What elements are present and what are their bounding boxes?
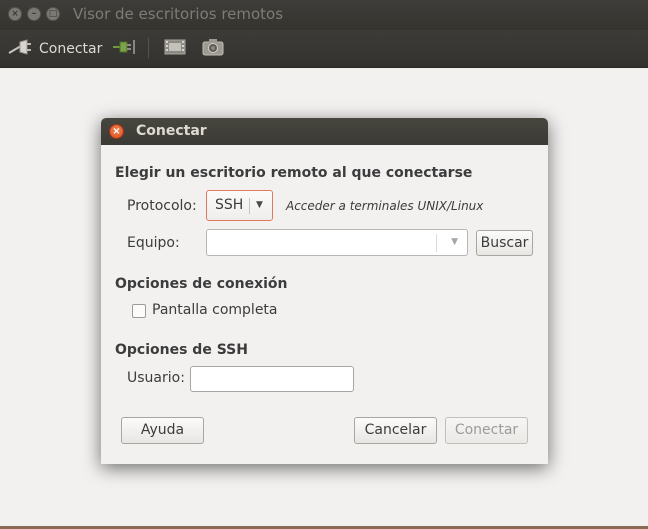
dialog-close-button[interactable]: × [109, 124, 124, 139]
window-close-button[interactable]: × [8, 7, 22, 21]
toolbar: Conectar [0, 30, 648, 68]
host-combo-entry[interactable]: ▼ [206, 229, 468, 256]
toolbar-connect-button[interactable]: Conectar [7, 30, 102, 67]
toolbar-separator [148, 38, 149, 58]
cancel-button[interactable]: Cancelar [354, 417, 437, 444]
combo-separator [249, 198, 250, 214]
user-input[interactable] [190, 366, 354, 392]
help-button[interactable]: Ayuda [121, 417, 204, 444]
protocol-value: SSH [215, 197, 244, 213]
fullscreen-icon [164, 37, 186, 61]
toolbar-fullscreen-button[interactable] [164, 30, 186, 67]
dialog-title: Conectar [136, 123, 207, 139]
connect-button[interactable]: Conectar [445, 417, 528, 444]
window-title: Visor de escritorios remotos [73, 5, 284, 23]
toolbar-connect-label: Conectar [39, 40, 103, 57]
main-titlebar: × – □ Visor de escritorios remotos [0, 0, 648, 30]
dialog-titlebar: × Conectar [101, 118, 548, 145]
combo-separator [436, 234, 437, 252]
screenshot-icon [201, 37, 225, 61]
window-maximize-button[interactable]: □ [46, 7, 60, 21]
close-icon: × [11, 9, 19, 19]
minimize-icon: – [31, 9, 37, 19]
user-label: Usuario: [127, 370, 185, 386]
window-minimize-button[interactable]: – [27, 7, 41, 21]
fullscreen-label[interactable]: Pantalla completa [152, 302, 278, 318]
choose-desktop-heading: Elegir un escritorio remoto al que conec… [115, 165, 473, 181]
protocol-hint: Acceder a terminales UNIX/Linux [286, 199, 484, 213]
disconnect-icon [112, 37, 138, 61]
connect-dialog: × Conectar Elegir un escritorio remoto a… [101, 118, 548, 464]
connection-options-heading: Opciones de conexión [115, 276, 288, 292]
search-button[interactable]: Buscar [476, 230, 533, 256]
protocol-label: Protocolo: [127, 198, 197, 214]
chevron-down-icon[interactable]: ▼ [451, 237, 458, 247]
maximize-icon: □ [48, 9, 58, 19]
close-icon: × [112, 126, 121, 137]
toolbar-screenshot-button[interactable] [201, 30, 225, 67]
toolbar-disconnect-button[interactable] [112, 30, 138, 67]
ssh-options-heading: Opciones de SSH [115, 342, 248, 358]
fullscreen-checkbox[interactable] [132, 304, 146, 318]
chevron-down-icon: ▼ [256, 200, 263, 210]
connect-icon [7, 37, 33, 61]
protocol-select[interactable]: SSH ▼ [206, 190, 273, 221]
host-label: Equipo: [127, 235, 180, 251]
